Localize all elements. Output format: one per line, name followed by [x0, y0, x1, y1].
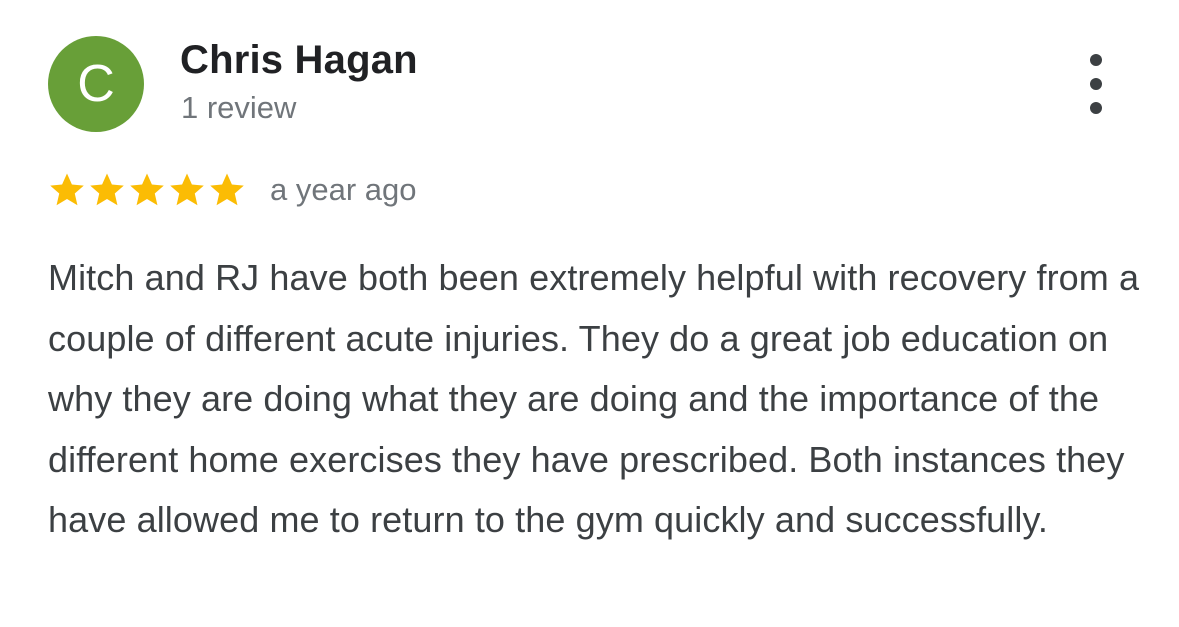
star-icon — [130, 173, 164, 206]
star-icon — [170, 173, 204, 206]
star-icon — [90, 173, 124, 206]
star-rating — [48, 171, 246, 209]
review-card: C Chris Hagan 1 review a year ago Mitch … — [0, 0, 1179, 627]
more-vert-icon-dot — [1090, 78, 1102, 90]
star-icon — [50, 173, 84, 206]
more-vert-icon — [1090, 54, 1102, 66]
rating-row: a year ago — [48, 168, 417, 212]
star-icon — [210, 173, 244, 206]
review-text: Mitch and RJ have both been extremely he… — [48, 257, 1140, 540]
author-name[interactable]: Chris Hagan — [180, 38, 418, 83]
more-options-button[interactable] — [1076, 54, 1116, 114]
review-count[interactable]: 1 review — [181, 90, 296, 126]
avatar[interactable]: C — [48, 36, 144, 132]
review-timestamp: a year ago — [270, 172, 417, 207]
avatar-initial: C — [77, 55, 115, 113]
more-vert-icon-dot — [1090, 102, 1102, 114]
